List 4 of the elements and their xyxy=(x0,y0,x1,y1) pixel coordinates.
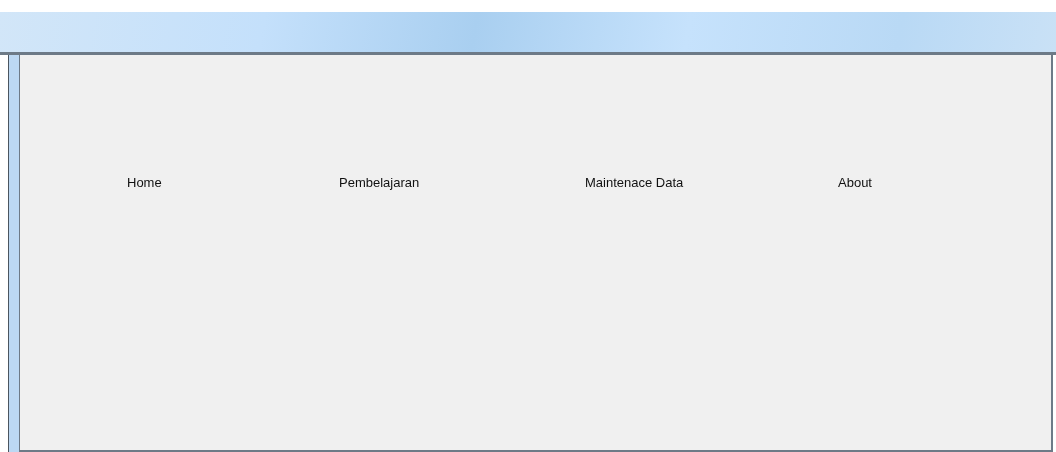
menu-item[interactable]: Maintenace Data xyxy=(585,175,684,190)
menu-item[interactable]: Home xyxy=(127,175,162,190)
menu-item[interactable]: Pembelajaran xyxy=(339,175,420,190)
menu-item[interactable]: About xyxy=(838,175,872,190)
